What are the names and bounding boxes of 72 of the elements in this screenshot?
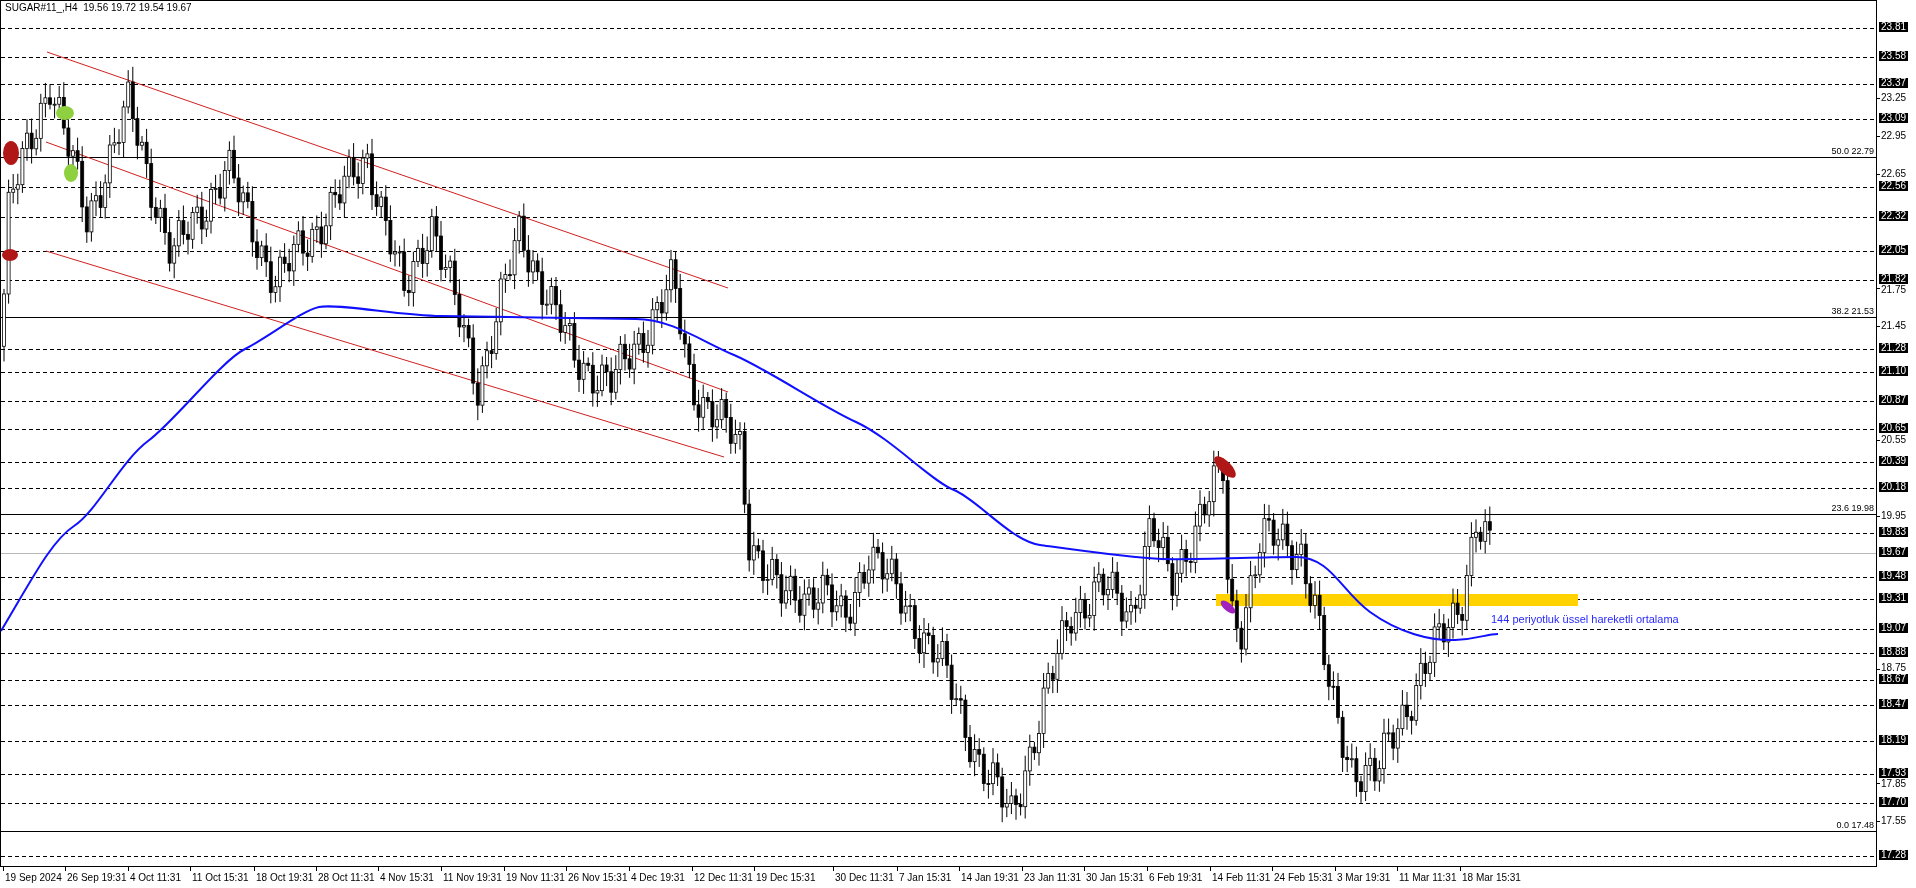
highlight-mark [3,141,19,165]
price-level-label: 20.87 [1879,395,1909,405]
highlight-mark [56,106,74,120]
price-level-label: 21.10 [1879,366,1909,376]
time-axis-label: 24 Feb 15:31 [1274,872,1333,883]
highlight-mark [1220,600,1236,614]
annotation-text: 144 periyotluk üssel hareketli ortalama [1491,613,1679,625]
price-level-label: 22.56 [1879,181,1909,191]
price-level-label: 22.32 [1879,211,1909,221]
time-axis-label: 6 Feb 19:31 [1149,872,1203,883]
price-level-label: 22.05 [1879,245,1909,255]
time-axis-label: 23 Jan 11:31 [1024,872,1082,883]
price-axis-label: 21.45 [1880,321,1908,331]
time-axis-label: 11 Nov 19:31 [443,872,502,883]
price-level-label: 20.39 [1879,456,1909,466]
time-axis-label: 12 Dec 11:31 [694,872,753,883]
time-axis-label: 11 Oct 15:31 [192,872,249,883]
price-level-label: 18.47 [1879,699,1909,709]
time-axis-label: 19 Nov 11:31 [506,872,565,883]
price-axis-label: 17.55 [1880,816,1908,826]
time-axis-label: 19 Dec 15:31 [756,872,816,883]
price-level-label: 20.65 [1879,423,1909,433]
time-axis-label: 26 Nov 15:31 [568,872,628,883]
time-axis-label: 4 Nov 15:31 [380,872,434,883]
time-axis-label: 28 Oct 11:31 [318,872,375,883]
time-axis-label: 3 Mar 19:31 [1337,872,1391,883]
time-axis-label: 18 Mar 15:31 [1462,872,1521,883]
price-axis-label: 18.75 [1880,663,1908,673]
time-axis-label: 30 Dec 11:31 [835,872,894,883]
price-level-label: 19.07 [1879,623,1909,633]
price-level-label: 23.09 [1879,113,1909,123]
fibonacci-level-label: 50.0 22.79 [1831,146,1874,156]
time-axis-label: 14 Feb 11:31 [1212,872,1271,883]
time-axis-label: 4 Dec 19:31 [631,872,685,883]
time-axis-label: 26 Sep 19:31 [67,872,127,883]
price-level-label: 23.81 [1879,22,1909,32]
price-axis-label: 22.95 [1880,131,1908,141]
price-level-label: 19.48 [1879,571,1909,581]
price-level-label: 19.67 [1879,547,1909,557]
price-axis-label: 20.55 [1880,435,1908,445]
price-level-label: 23.37 [1879,78,1909,88]
price-level-label: 17.93 [1879,768,1909,778]
highlight-mark [64,164,78,182]
price-level-label: 18.67 [1879,674,1909,684]
price-axis-label: 21.75 [1880,285,1908,295]
price-level-label: 21.82 [1879,274,1909,284]
price-level-label: 18.88 [1879,647,1909,657]
time-axis-label: 7 Jan 15:31 [899,872,952,883]
time-axis-label: 19 Sep 2024 [5,872,62,883]
price-level-label: 19.31 [1879,593,1909,603]
price-level-label: 17.70 [1879,797,1909,807]
time-axis-label: 14 Jan 19:31 [961,872,1019,883]
chart-header: SUGAR#11_,H4 19.56 19.72 19.54 19.67 [5,2,192,13]
price-level-label: 18.19 [1879,735,1909,745]
price-axis-label: 19.95 [1880,511,1908,521]
price-axis-label: 22.65 [1880,169,1908,179]
highlight-mark [1214,456,1236,478]
time-axis-label: 30 Jan 15:31 [1086,872,1144,883]
fibonacci-level-label: 0.0 17.48 [1836,820,1874,830]
price-level-label: 19.83 [1879,527,1909,537]
price-axis-label: 23.25 [1880,93,1908,103]
highlight-mark [2,249,18,261]
price-level-label: 21.28 [1879,343,1909,353]
price-level-label: 17.28 [1879,850,1909,860]
price-level-label: 23.58 [1879,51,1909,61]
price-axis-label: 17.85 [1880,779,1908,789]
time-axis-label: 11 Mar 11:31 [1399,872,1457,883]
fibonacci-level-label: 38.2 21.53 [1831,306,1874,316]
time-axis-label: 4 Oct 11:31 [130,872,181,883]
price-level-label: 20.18 [1879,482,1909,492]
fibonacci-level-label: 23.6 19.98 [1831,503,1874,513]
time-axis-label: 18 Oct 19:31 [256,872,314,883]
